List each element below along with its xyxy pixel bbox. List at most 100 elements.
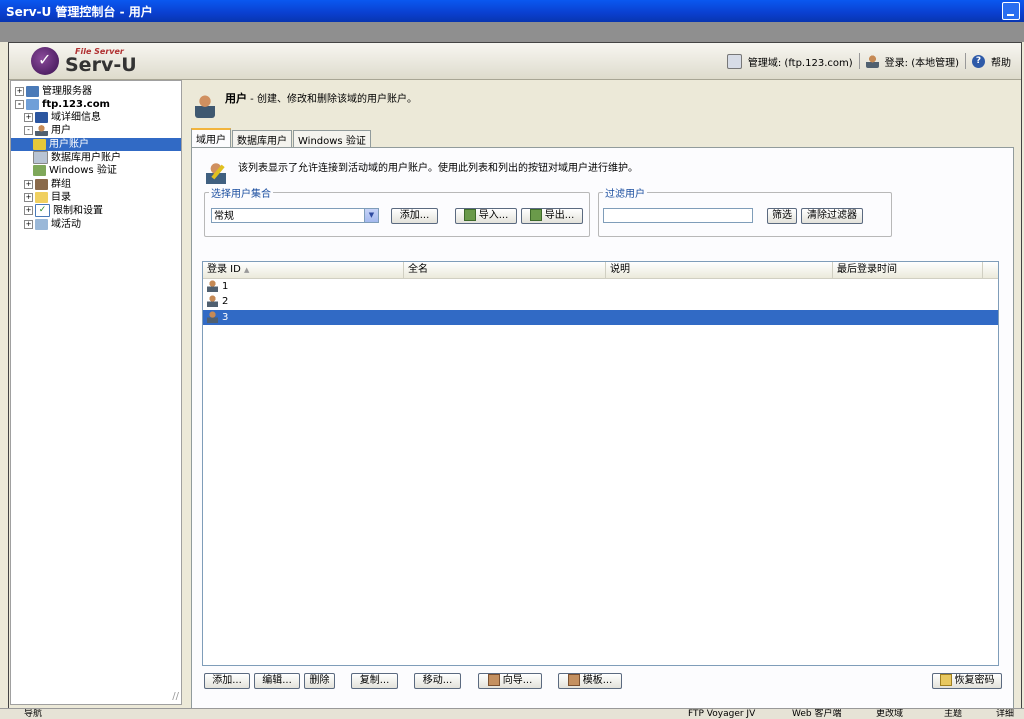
- tree-item-directories[interactable]: + 目录: [24, 191, 71, 204]
- user-accounts-icon: [33, 138, 46, 150]
- export-icon: [529, 209, 542, 221]
- chevron-down-icon[interactable]: ▼: [364, 209, 378, 222]
- serv-u-logo: File Server Serv-U: [31, 47, 151, 77]
- tab-panel: 该列表显示了允许连接到活动域的用户账户。使用此列表和列出的按钮对域用户进行维护。…: [191, 147, 1014, 716]
- page-heading: 用户 - 创建、修改和删除该域的用户账户。: [225, 90, 417, 106]
- tree-item-database-accounts[interactable]: 数据库用户账户: [33, 151, 121, 164]
- collection-select[interactable]: 常规 ▼: [211, 208, 379, 223]
- tree-item-activity[interactable]: + 域活动: [24, 218, 81, 231]
- table-row[interactable]: 1: [203, 279, 998, 294]
- expand-toggle[interactable]: +: [24, 112, 33, 122]
- tree-item-label: 域活动: [51, 219, 81, 230]
- login-id-cell: 2: [222, 296, 229, 307]
- expand-toggle[interactable]: +: [24, 179, 33, 189]
- groups-icon: [35, 178, 48, 190]
- page-title: 用户: [225, 92, 247, 105]
- tree-item-user-accounts[interactable]: 用户账户: [11, 138, 181, 151]
- expand-toggle[interactable]: +: [15, 86, 24, 96]
- tab-windows-auth[interactable]: Windows 验证: [293, 130, 371, 147]
- tree-item-label: ftp.123.com: [42, 99, 110, 110]
- export-label: 导出...: [544, 210, 575, 221]
- page-subtitle: - 创建、修改和删除该域的用户账户。: [247, 94, 417, 105]
- column-last-login[interactable]: 最后登录时间: [833, 262, 983, 278]
- checklist-icon: ✓: [35, 204, 50, 217]
- user-edit-icon: [206, 162, 226, 184]
- login-link[interactable]: 登录: (本地管理): [885, 54, 959, 69]
- template-icon: [567, 674, 580, 686]
- tree-item-label: 群组: [51, 179, 71, 190]
- resize-grip-icon[interactable]: //: [172, 691, 179, 702]
- tree-item-label: 数据库用户账户: [51, 152, 121, 164]
- column-full-name[interactable]: 全名: [404, 262, 606, 278]
- template-label: 模板...: [582, 675, 613, 686]
- tree-item-label: Windows 验证: [49, 165, 117, 176]
- tree-item-limits[interactable]: + ✓ 限制和设置: [24, 204, 103, 217]
- add-collection-button[interactable]: 添加...: [391, 208, 438, 224]
- domain-link[interactable]: 管理域: (ftp.123.com): [748, 54, 853, 69]
- tree-item-domain[interactable]: - ftp.123.com: [15, 98, 110, 111]
- login-id-cell: 3: [222, 312, 229, 323]
- header-actions: 管理域: (ftp.123.com) 登录: (本地管理) ? 帮助: [726, 53, 1011, 69]
- expand-toggle[interactable]: +: [24, 192, 33, 202]
- filter-input[interactable]: [603, 208, 753, 223]
- expand-toggle[interactable]: +: [24, 219, 33, 229]
- tab-bar: 域用户 数据库用户 Windows 验证: [191, 128, 372, 147]
- sort-asc-icon: ▲: [244, 266, 250, 274]
- collapse-toggle[interactable]: -: [24, 125, 33, 135]
- navigation-tree: + 管理服务器 - ftp.123.com + 域详细信息 - 用户 用户账户 数据库用…: [10, 80, 182, 705]
- move-user-button[interactable]: 移动...: [414, 673, 461, 689]
- wizard-button[interactable]: 向导...: [478, 673, 542, 689]
- tree-item-users[interactable]: - 用户: [24, 124, 71, 137]
- template-button[interactable]: 模板...: [558, 673, 622, 689]
- help-link[interactable]: 帮助: [991, 54, 1011, 69]
- column-description[interactable]: 说明: [606, 262, 833, 278]
- expand-toggle[interactable]: +: [24, 206, 33, 215]
- collapse-toggle[interactable]: -: [15, 99, 24, 109]
- tree-item-server[interactable]: + 管理服务器: [15, 85, 92, 98]
- tree-item-label: 域详细信息: [51, 112, 101, 123]
- clear-filter-button[interactable]: 清除过滤器: [801, 208, 863, 224]
- wizard-label: 向导...: [502, 675, 533, 686]
- tree-item-label: 用户账户: [49, 139, 89, 150]
- main-content: 用户 - 创建、修改和删除该域的用户账户。 域用户 数据库用户 Windows …: [183, 80, 1021, 716]
- edit-user-button[interactable]: 编辑...: [254, 673, 300, 689]
- table-row[interactable]: 3: [203, 310, 998, 325]
- users-table: 登录 ID ▲ 全名 说明 最后登录时间 1 2 3: [202, 261, 999, 666]
- export-button[interactable]: 导出...: [521, 208, 583, 224]
- add-user-button[interactable]: 添加...: [204, 673, 250, 689]
- database-icon: [33, 151, 48, 164]
- tree-item-groups[interactable]: + 群组: [24, 178, 71, 191]
- header-separator: [858, 53, 860, 69]
- user-icon: [865, 54, 879, 68]
- tab-domain-users[interactable]: 域用户: [191, 128, 231, 147]
- domain-icon: [26, 98, 39, 110]
- users-icon: [35, 124, 48, 136]
- column-label: 登录 ID: [207, 264, 241, 275]
- user-icon: [207, 295, 218, 307]
- app-window: File Server Serv-U 管理域: (ftp.123.com) 登录…: [8, 42, 1022, 718]
- import-label: 导入...: [478, 210, 509, 221]
- table-row[interactable]: 2: [203, 294, 998, 309]
- tree-item-domain-details[interactable]: + 域详细信息: [24, 111, 101, 124]
- tree-item-label: 目录: [51, 192, 71, 203]
- recover-label: 恢复密码: [954, 675, 995, 686]
- key-icon: [939, 674, 952, 686]
- minimize-button[interactable]: [1002, 2, 1020, 20]
- column-login-id[interactable]: 登录 ID ▲: [203, 262, 404, 278]
- import-button[interactable]: 导入...: [455, 208, 517, 224]
- filter-legend: 过滤用户: [605, 189, 645, 200]
- import-icon: [463, 209, 476, 221]
- tree-item-windows-auth[interactable]: Windows 验证: [33, 164, 117, 177]
- recover-password-button[interactable]: 恢复密码: [932, 673, 1002, 689]
- delete-user-button[interactable]: 删除: [304, 673, 335, 689]
- help-icon: ?: [972, 54, 985, 68]
- windows-auth-icon: [33, 164, 46, 176]
- server-icon: [26, 85, 39, 97]
- filter-button[interactable]: 筛选: [767, 208, 797, 224]
- collection-group: 选择用户集合 常规 ▼ 添加... 导入... 导出...: [204, 185, 590, 237]
- copy-user-button[interactable]: 复制...: [351, 673, 398, 689]
- tab-database-users[interactable]: 数据库用户: [232, 130, 292, 147]
- activity-icon: [35, 218, 48, 230]
- window-titlebar: Serv-U 管理控制台 - 用户: [0, 0, 1024, 22]
- table-header: 登录 ID ▲ 全名 说明 最后登录时间: [203, 262, 998, 279]
